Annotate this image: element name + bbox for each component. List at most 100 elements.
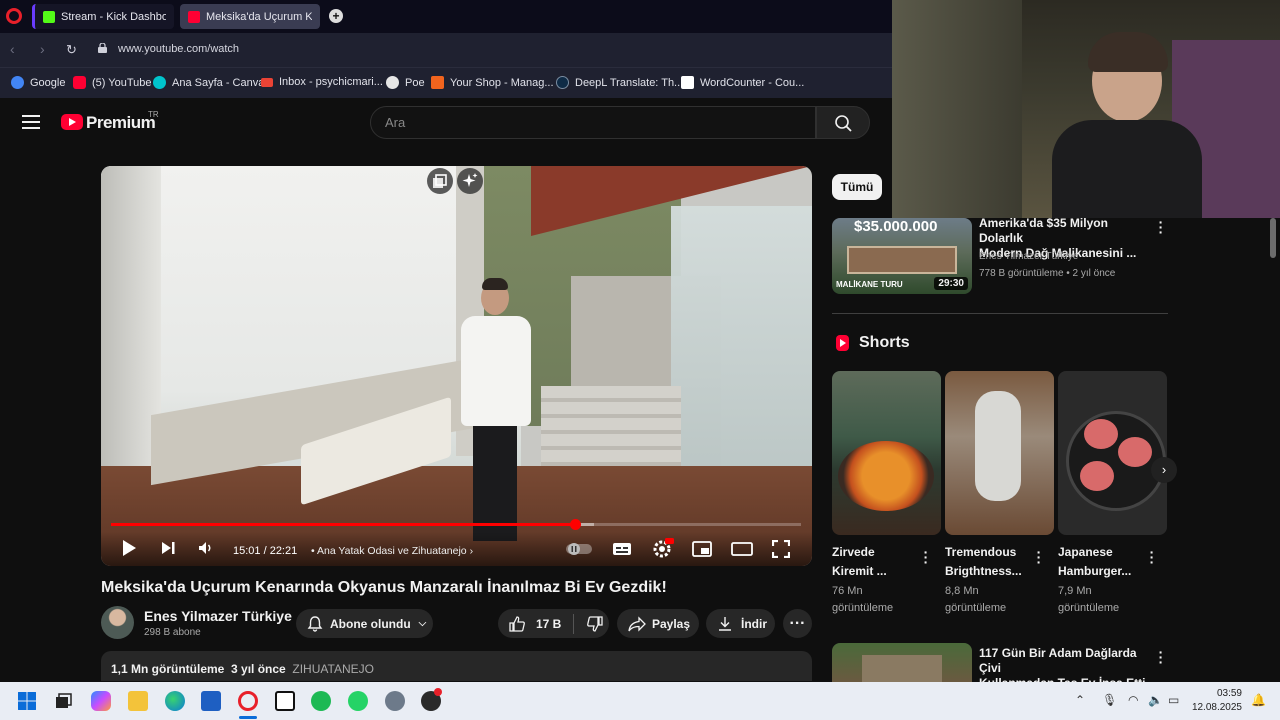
video-duration: 29:30 xyxy=(934,277,968,290)
more-vertical-icon[interactable]: · · · xyxy=(1148,545,1156,569)
bookmark-wordcounter[interactable]: WordCounter - Cou... xyxy=(681,76,804,89)
player-controls-bar: 15:01 / 22:21 • Ana Yatak Odasi ve Zihua… xyxy=(101,532,812,566)
clock-date: 12.08.2025 xyxy=(1191,702,1242,713)
microsoft-store-icon[interactable] xyxy=(201,691,221,711)
theater-mode-icon[interactable] xyxy=(731,542,753,556)
battery-icon[interactable]: ▭ xyxy=(1168,693,1179,707)
thumbnail-patty xyxy=(1084,419,1118,449)
lock-icon xyxy=(98,43,107,53)
more-vertical-icon[interactable]: · · · xyxy=(1157,645,1165,669)
reload-icon[interactable]: ↻ xyxy=(66,42,77,58)
video-frame-glass xyxy=(671,206,812,506)
youtube-icon xyxy=(73,76,86,89)
windows-start-icon[interactable] xyxy=(17,691,37,711)
more-horizontal-icon: ··· xyxy=(789,614,806,632)
shorts-heading: Shorts xyxy=(859,334,910,351)
settings-gear-icon[interactable] xyxy=(652,538,674,558)
notifications-icon[interactable]: 🔔 xyxy=(1251,693,1266,707)
tab-kick-dashboard[interactable]: Stream - Kick Dashboard xyxy=(32,4,174,29)
progress-scrubber[interactable] xyxy=(569,519,581,530)
bookmark-canva[interactable]: Ana Sayfa - Canva xyxy=(153,76,264,89)
wifi-icon[interactable]: ◠ xyxy=(1128,693,1138,707)
page-scrollbar[interactable] xyxy=(1270,218,1276,258)
task-view-icon[interactable] xyxy=(53,691,73,711)
autoplay-toggle-icon[interactable] xyxy=(566,542,592,556)
microphone-icon[interactable]: 🎙 xyxy=(1102,693,1117,707)
short-views: 8,8 Mn görüntüleme xyxy=(945,583,1037,617)
notion-icon[interactable] xyxy=(275,691,295,711)
country-code: TR xyxy=(148,110,159,119)
settings-icon[interactable] xyxy=(385,691,405,711)
share-button[interactable]: Paylaş xyxy=(617,609,699,638)
channel-avatar[interactable] xyxy=(101,606,134,639)
filter-chip-all[interactable]: Tümü xyxy=(832,174,882,200)
new-tab-button[interactable]: + xyxy=(329,9,343,23)
channel-name[interactable]: Enes Yilmazer Türkiye xyxy=(144,608,292,624)
search-input[interactable]: Ara xyxy=(370,106,816,139)
bookmark-youtube[interactable]: (5) YouTube xyxy=(73,76,152,89)
bookmark-poe[interactable]: Poe xyxy=(386,76,425,89)
thumbs-down-icon[interactable] xyxy=(586,615,604,633)
next-icon[interactable] xyxy=(160,540,176,556)
recommended-channel[interactable]: Enes Yilmazer Türkiye xyxy=(979,251,1078,262)
chapter-title[interactable]: • Ana Yatak Odasi ve Zihuatanejo › xyxy=(311,545,473,557)
system-clock[interactable]: 03:59 12.08.2025 xyxy=(1192,687,1242,715)
windows-taskbar: ⌃ 🎙 ◠ 🔈 ▭ 03:59 12.08.2025 🔔 xyxy=(0,682,1280,720)
short-title[interactable]: Zirvede Kiremit ... xyxy=(832,543,924,581)
fullscreen-icon[interactable] xyxy=(772,540,790,558)
miniplayer-icon[interactable] xyxy=(692,541,712,557)
download-button[interactable]: İndir xyxy=(706,609,775,638)
location-tag[interactable]: ZIHUATANEJO xyxy=(292,662,374,676)
bookmark-etsy[interactable]: Your Shop - Manag... xyxy=(431,76,554,89)
tab-youtube-video[interactable]: Meksika'da Uçurum Kenar xyxy=(180,4,320,29)
bookmark-deepl[interactable]: DeepL Translate: Th... xyxy=(556,76,683,89)
edge-browser-icon[interactable] xyxy=(165,691,185,711)
file-explorer-icon[interactable] xyxy=(128,691,148,711)
more-vertical-icon[interactable]: · · · xyxy=(1035,545,1043,569)
forward-icon[interactable]: › xyxy=(40,41,45,57)
bookmark-gmail[interactable]: Inbox - psychicmari... xyxy=(261,76,383,88)
progress-bar[interactable] xyxy=(111,519,801,530)
chevron-right-icon: › xyxy=(1161,462,1167,477)
search-button[interactable] xyxy=(816,106,870,139)
opera-taskbar-icon[interactable] xyxy=(238,691,258,711)
play-icon[interactable] xyxy=(121,539,137,557)
youtube-logo-icon[interactable] xyxy=(61,114,83,130)
like-divider xyxy=(573,613,575,634)
short-thumbnail[interactable] xyxy=(1058,371,1167,535)
youtube-premium-logo[interactable]: Premium xyxy=(86,113,156,133)
recommended-thumbnail[interactable]: $35.000.000 MALİKANE TURU 29:30 xyxy=(832,218,972,294)
bookmark-label: Your Shop - Manag... xyxy=(450,76,554,89)
more-actions-button[interactable]: ··· xyxy=(783,609,812,638)
recommended-thumbnail[interactable] xyxy=(832,643,972,682)
more-vertical-icon[interactable]: · · · xyxy=(1157,215,1165,239)
video-description-box[interactable]: 1,1 Mn görüntüleme 3 yıl önce ZIHUATANEJ… xyxy=(101,651,812,681)
show-hidden-icons-chevron-icon[interactable]: ⌃ xyxy=(1075,693,1085,707)
whatsapp-icon[interactable] xyxy=(348,691,368,711)
spotify-icon[interactable] xyxy=(311,691,331,711)
video-player[interactable]: 15:01 / 22:21 • Ana Yatak Odasi ve Zihua… xyxy=(101,166,812,566)
url-field[interactable]: www.youtube.com/watch xyxy=(118,43,239,55)
short-thumbnail[interactable] xyxy=(832,371,941,535)
speaker-icon[interactable]: 🔈 xyxy=(1148,693,1163,707)
back-icon[interactable]: ‹ xyxy=(10,41,15,57)
short-title[interactable]: Tremendous Brigthtness... xyxy=(945,543,1037,581)
like-button[interactable]: 17 B xyxy=(508,615,561,633)
ai-sparkle-button[interactable] xyxy=(457,168,483,194)
opera-logo-icon[interactable] xyxy=(6,8,22,24)
download-icon xyxy=(719,616,731,631)
subtitles-icon[interactable] xyxy=(612,541,632,557)
shorts-next-button[interactable]: › xyxy=(1151,457,1177,483)
volume-icon[interactable] xyxy=(198,540,214,556)
hamburger-menu-icon[interactable] xyxy=(22,115,40,129)
bookmark-google[interactable]: Google xyxy=(11,76,65,89)
subscribed-button[interactable]: Abone olundu ⌵ xyxy=(296,609,433,638)
more-vertical-icon[interactable]: · · · xyxy=(922,545,930,569)
video-frame-person xyxy=(482,278,508,290)
deepl-icon xyxy=(556,76,569,89)
short-title[interactable]: Japanese Hamburger... xyxy=(1058,543,1150,581)
copilot-icon[interactable] xyxy=(91,691,111,711)
chevron-right-icon: › xyxy=(469,545,474,557)
short-thumbnail[interactable] xyxy=(945,371,1054,535)
miniplayer-copy-button[interactable] xyxy=(427,168,453,194)
